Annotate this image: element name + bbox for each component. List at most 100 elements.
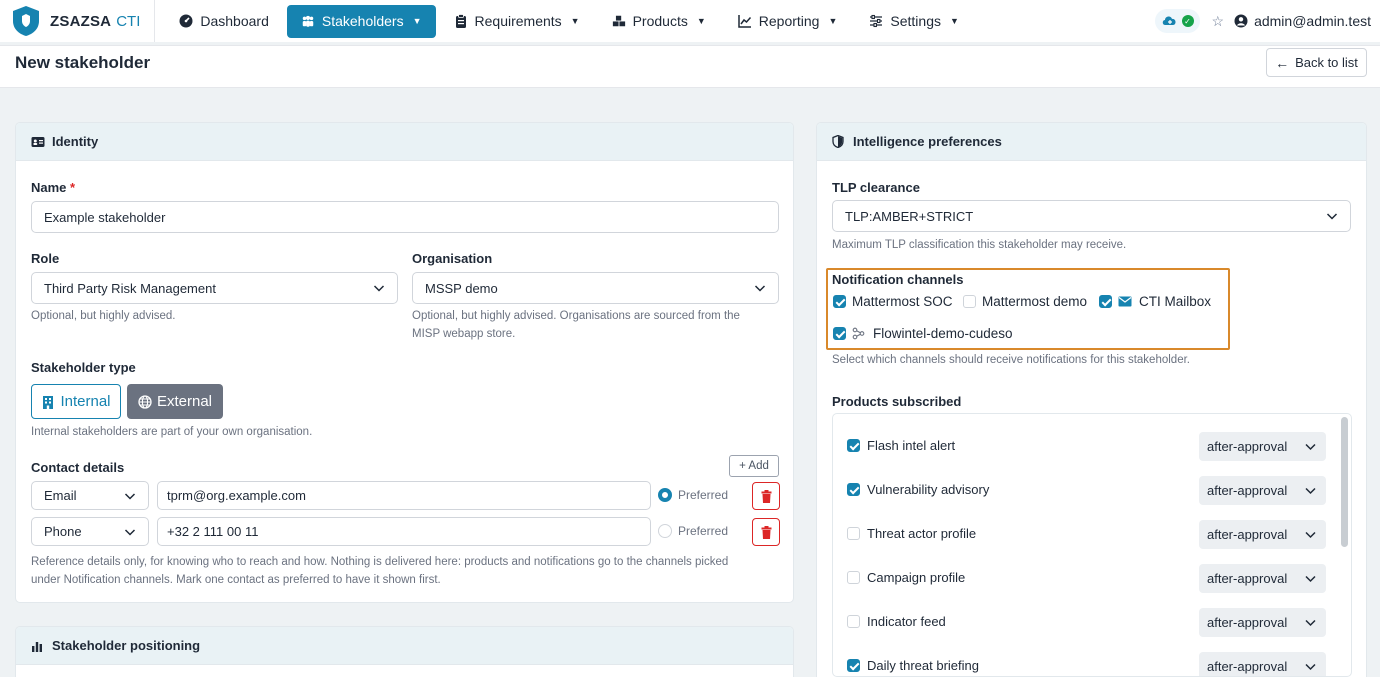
chevron-down-icon bbox=[124, 493, 136, 500]
delete-contact-button[interactable] bbox=[752, 518, 780, 546]
nav-products[interactable]: Products ▼ bbox=[598, 5, 720, 38]
top-navbar: ZSAZSA CTI Dashboard Stakeholders ▼ Requ… bbox=[0, 0, 1380, 42]
product-checkbox[interactable] bbox=[847, 439, 860, 452]
back-to-list-button[interactable]: ← Back to list bbox=[1266, 48, 1367, 77]
caret-down-icon: ▼ bbox=[828, 16, 838, 26]
tlp-help: Maximum TLP classification this stakehol… bbox=[832, 239, 1127, 251]
delivery-mode-select[interactable]: after-approval bbox=[1199, 432, 1326, 461]
delivery-mode-select[interactable]: after-approval bbox=[1199, 476, 1326, 505]
product-row: Indicator feed after-approval bbox=[833, 595, 1339, 639]
contact-value-input[interactable]: +32 2 111 00 11 bbox=[157, 517, 651, 546]
contact-details-label: Contact details bbox=[31, 460, 125, 475]
nav-stakeholders[interactable]: Stakeholders ▼ bbox=[286, 4, 436, 38]
nav-settings[interactable]: Settings ▼ bbox=[855, 5, 973, 38]
chevron-down-icon bbox=[1305, 663, 1316, 671]
name-input[interactable]: Example stakeholder bbox=[31, 201, 779, 233]
product-row: Campaign profile after-approval bbox=[833, 551, 1339, 595]
chevron-down-icon bbox=[1305, 487, 1316, 495]
delivery-mode-select[interactable]: after-approval bbox=[1199, 608, 1326, 637]
product-row: Daily threat briefing after-approval bbox=[833, 639, 1339, 676]
contact-type-value: Email bbox=[44, 488, 77, 503]
stakeholder-type-label: Stakeholder type bbox=[31, 360, 136, 375]
chevron-down-icon bbox=[754, 285, 766, 292]
nav-dashboard-label: Dashboard bbox=[200, 13, 269, 29]
tlp-label: TLP clearance bbox=[832, 180, 920, 195]
chevron-down-icon bbox=[1305, 443, 1316, 451]
product-name: Campaign profile bbox=[867, 570, 966, 585]
org-help-line-2: MISP webapp store. bbox=[412, 328, 516, 340]
delivery-mode-select[interactable]: after-approval bbox=[1199, 652, 1326, 676]
delete-contact-button[interactable] bbox=[752, 482, 780, 510]
cloud-sync-icon bbox=[1162, 16, 1176, 25]
id-card-icon bbox=[31, 135, 45, 149]
products-scrollbar[interactable] bbox=[1341, 417, 1348, 547]
contact-type-select[interactable]: Phone bbox=[31, 517, 149, 546]
brand-suffix: CTI bbox=[116, 12, 141, 30]
contact-value-input[interactable]: tprm@org.example.com bbox=[157, 481, 651, 510]
product-checkbox[interactable] bbox=[847, 659, 860, 672]
product-checkbox[interactable] bbox=[847, 483, 860, 496]
add-contact-button[interactable]: + Add bbox=[729, 455, 779, 477]
notification-help: Select which channels should receive not… bbox=[832, 354, 1190, 366]
users-icon bbox=[301, 14, 315, 28]
boxes-icon bbox=[612, 14, 626, 28]
star-icon[interactable]: ☆ bbox=[1212, 13, 1225, 30]
status-indicator[interactable]: ✓ bbox=[1154, 9, 1200, 33]
stakeholder-type-help: Internal stakeholders are part of your o… bbox=[31, 426, 313, 438]
product-row: Flash intel alert after-approval bbox=[833, 419, 1339, 463]
contact-help-line-1: Reference details only, for knowing who … bbox=[31, 556, 729, 568]
preferred-radio[interactable] bbox=[658, 488, 672, 502]
products-list: Flash intel alert after-approval Vulnera… bbox=[832, 413, 1352, 677]
delivery-mode-select[interactable]: after-approval bbox=[1199, 564, 1326, 593]
product-checkbox[interactable] bbox=[847, 571, 860, 584]
clipboard-icon bbox=[454, 14, 468, 28]
org-label: Organisation bbox=[412, 251, 493, 266]
brand[interactable]: ZSAZSA CTI bbox=[10, 0, 156, 42]
products-subscribed-label: Products subscribed bbox=[832, 394, 962, 409]
identity-card: Identity Name * Example stakeholder Role… bbox=[15, 122, 794, 603]
org-help-line-1: Optional, but highly advised. Organisati… bbox=[412, 310, 740, 322]
check-circle-icon: ✓ bbox=[1181, 15, 1194, 27]
organisation-select[interactable]: MSSP demo bbox=[412, 272, 779, 304]
nav-dashboard[interactable]: Dashboard bbox=[165, 5, 283, 38]
product-checkbox[interactable] bbox=[847, 527, 860, 540]
preferred-label: Preferred bbox=[678, 488, 729, 502]
user-email: admin@admin.test bbox=[1254, 13, 1371, 29]
product-name: Indicator feed bbox=[867, 614, 946, 629]
back-to-list-label: Back to list bbox=[1295, 55, 1358, 70]
preferred-radio[interactable] bbox=[658, 524, 672, 538]
building-icon bbox=[43, 395, 54, 409]
product-name: Threat actor profile bbox=[867, 526, 977, 541]
delivery-mode-value: after-approval bbox=[1207, 483, 1288, 498]
globe-icon bbox=[138, 394, 152, 409]
tlp-value: TLP:AMBER+STRICT bbox=[845, 208, 974, 224]
product-checkbox[interactable] bbox=[847, 615, 860, 628]
chevron-down-icon bbox=[1305, 619, 1316, 627]
contact-help-line-2: under Notification channels. Mark one co… bbox=[31, 574, 441, 586]
positioning-card-title: Stakeholder positioning bbox=[52, 638, 201, 653]
nav-reporting[interactable]: Reporting ▼ bbox=[724, 5, 852, 38]
trash-icon bbox=[761, 525, 771, 539]
nav-requirements[interactable]: Requirements ▼ bbox=[440, 5, 594, 38]
type-internal-button[interactable]: Internal bbox=[31, 384, 121, 419]
user-menu[interactable]: admin@admin.test bbox=[1234, 13, 1371, 29]
positioning-card: Stakeholder positioning bbox=[15, 626, 794, 677]
notification-channels-highlight bbox=[826, 268, 1230, 350]
user-circle-icon bbox=[1234, 14, 1248, 28]
product-name: Daily threat briefing bbox=[867, 658, 979, 673]
trash-icon bbox=[761, 489, 771, 503]
shield-logo-icon bbox=[13, 6, 39, 36]
brand-name: ZSAZSA bbox=[50, 12, 112, 30]
type-external-button[interactable]: External bbox=[127, 384, 223, 419]
arrow-left-icon: ← bbox=[1275, 54, 1290, 71]
role-select[interactable]: Third Party Risk Management bbox=[31, 272, 398, 304]
org-value: MSSP demo bbox=[425, 280, 498, 296]
nav-requirements-label: Requirements bbox=[474, 13, 562, 29]
contact-type-select[interactable]: Email bbox=[31, 481, 149, 510]
gauge-icon bbox=[179, 14, 193, 28]
product-name: Vulnerability advisory bbox=[867, 482, 990, 497]
nav-settings-label: Settings bbox=[890, 13, 941, 29]
delivery-mode-value: after-approval bbox=[1207, 571, 1288, 586]
delivery-mode-select[interactable]: after-approval bbox=[1199, 520, 1326, 549]
tlp-select[interactable]: TLP:AMBER+STRICT bbox=[832, 200, 1351, 232]
